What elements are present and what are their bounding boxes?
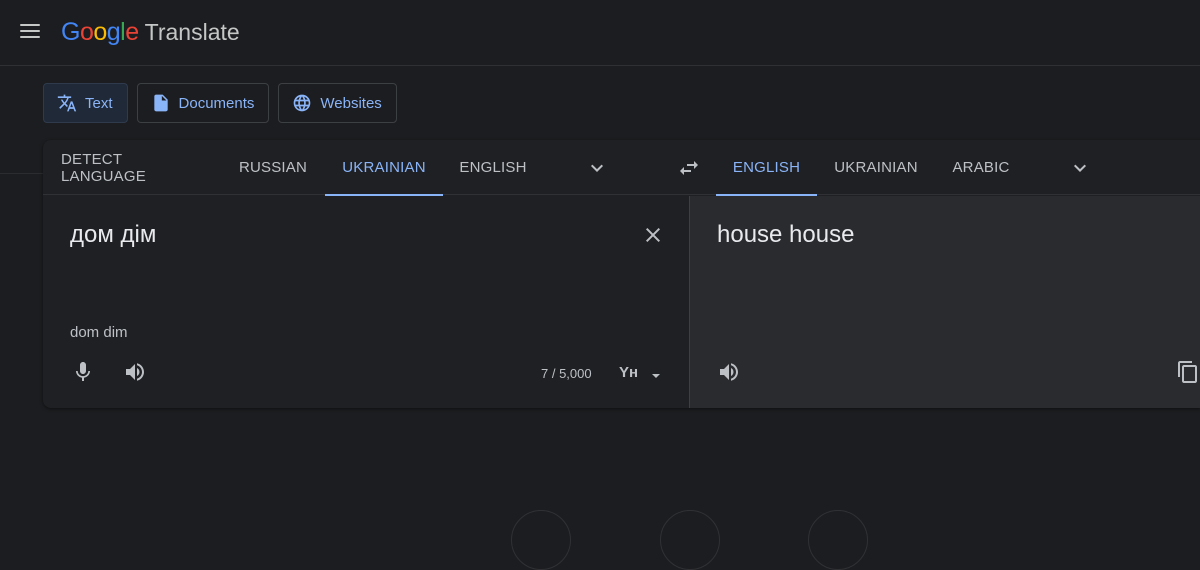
translation-card: DETECT LANGUAGE RUSSIAN UKRAINIAN ENGLIS… (43, 140, 1200, 408)
mode-websites-label: Websites (320, 94, 382, 112)
source-text-input[interactable]: дом дім (70, 221, 156, 249)
close-icon (646, 228, 660, 242)
chevron-down-icon (591, 164, 603, 172)
logo-letter: g (106, 17, 121, 46)
swap-arrows-icon (680, 161, 698, 175)
target-more-languages-button[interactable] (1068, 156, 1092, 180)
mode-documents-button[interactable]: Documents (136, 83, 270, 123)
saved-button[interactable] (660, 510, 720, 570)
character-count: 7 / 5,000 (541, 366, 592, 381)
logo-letter: o (93, 17, 107, 46)
translation-output: house house (717, 221, 855, 248)
contribute-button[interactable] (808, 510, 868, 570)
target-lang-ukrainian[interactable]: UKRAINIAN (822, 140, 930, 195)
hamburger-icon-bar (20, 36, 40, 38)
source-lang-russian[interactable]: RUSSIAN (224, 140, 322, 195)
caret-down-icon (652, 374, 660, 378)
target-pane: house house (689, 196, 1200, 408)
divider (0, 173, 43, 174)
globe-icon (294, 94, 311, 112)
product-name: Translate (144, 18, 240, 45)
google-wordmark: Google (61, 18, 139, 47)
listen-translation-button[interactable] (715, 358, 743, 386)
chevron-down-icon (1074, 164, 1086, 172)
input-tools-dropdown[interactable] (651, 368, 661, 378)
speaker-icon (720, 363, 738, 381)
mode-websites-button[interactable]: Websites (278, 83, 397, 123)
hamburger-icon-bar (20, 30, 40, 32)
swap-languages-button[interactable] (677, 156, 701, 180)
mode-documents-label: Documents (178, 94, 255, 112)
mode-text-label: Text (85, 94, 113, 112)
source-lang-english[interactable]: ENGLISH (446, 140, 540, 195)
source-lang-detect[interactable]: DETECT LANGUAGE (61, 140, 205, 195)
logo-letter: e (125, 17, 139, 46)
clear-source-button[interactable] (641, 223, 665, 247)
source-more-languages-button[interactable] (585, 156, 609, 180)
hamburger-icon (20, 24, 40, 26)
app-logo[interactable]: Google Translate (61, 14, 240, 50)
listen-source-button[interactable] (121, 358, 149, 386)
source-transliteration: dom dim (70, 324, 128, 341)
mode-text-button[interactable]: Text (43, 83, 128, 123)
microphone-icon (76, 362, 90, 381)
logo-letter: o (79, 17, 94, 46)
history-button[interactable] (511, 510, 571, 570)
speaker-icon (126, 363, 144, 381)
source-pane[interactable]: дом дім dom dim 7 / 5,000 Yн (43, 196, 689, 408)
target-lang-english[interactable]: ENGLISH (716, 140, 817, 196)
source-lang-ukrainian[interactable]: UKRAINIAN (325, 140, 443, 196)
main-menu-button[interactable] (16, 17, 44, 45)
voice-input-button[interactable] (69, 358, 97, 386)
target-lang-arabic[interactable]: ARABIC (939, 140, 1023, 195)
top-app-bar: Google Translate (0, 0, 1200, 66)
mode-selector: Text Documents Websites (43, 83, 397, 123)
language-bar: DETECT LANGUAGE RUSSIAN UKRAINIAN ENGLIS… (43, 140, 1200, 196)
copy-translation-button[interactable] (1174, 358, 1200, 386)
logo-letter: G (61, 17, 80, 46)
copy-icon (1178, 361, 1197, 383)
input-tools-button[interactable]: Yн (619, 364, 638, 381)
translate-icon (57, 94, 77, 112)
document-icon (153, 94, 168, 112)
